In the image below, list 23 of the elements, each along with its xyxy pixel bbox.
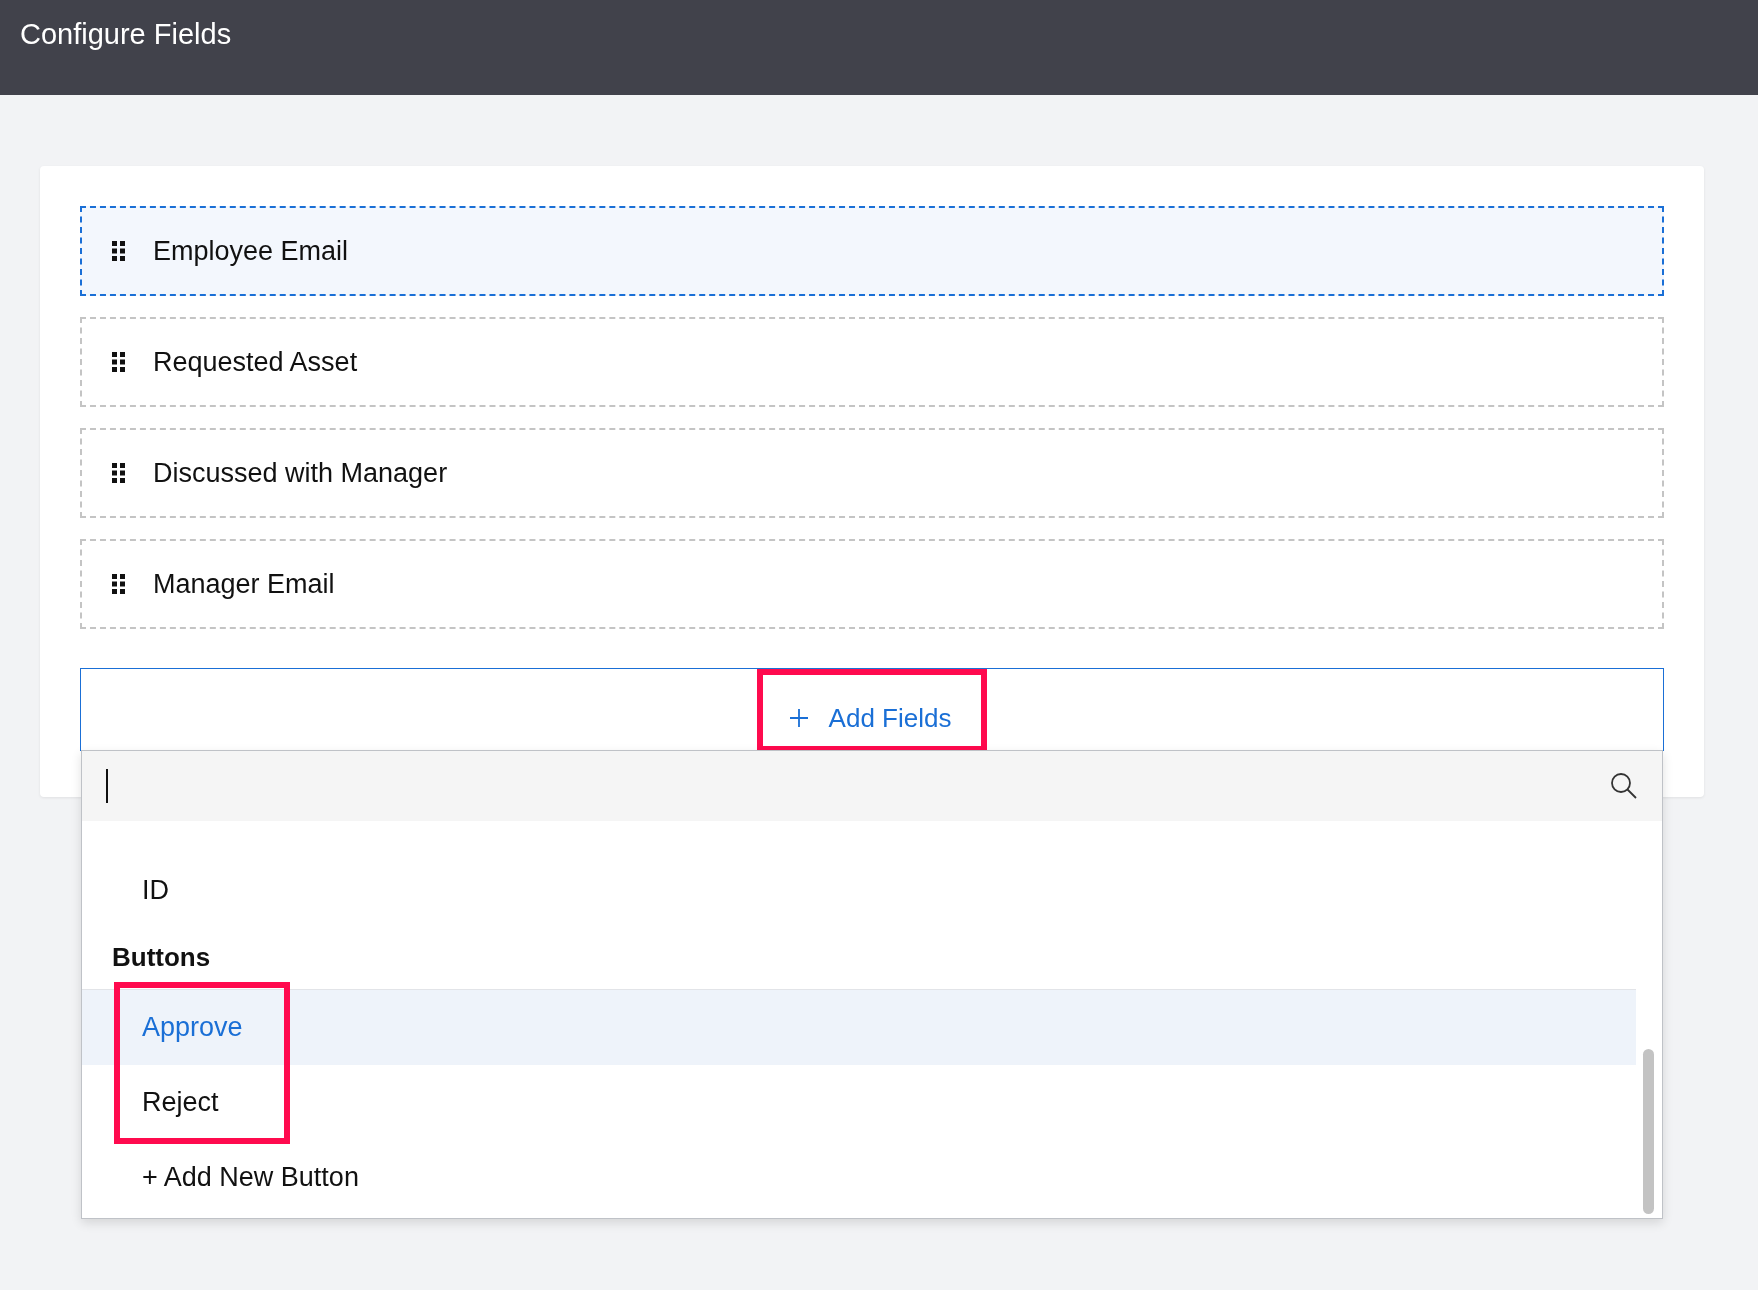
plus-icon (788, 708, 809, 728)
field-label: Requested Asset (153, 346, 358, 378)
field-row[interactable]: Employee Email (80, 206, 1664, 296)
add-fields-button[interactable]: Add Fields (756, 669, 988, 741)
drag-handle-icon[interactable] (112, 241, 126, 261)
drag-handle-icon[interactable] (112, 352, 126, 372)
drag-handle-icon[interactable] (112, 463, 126, 483)
page-title: Configure Fields (20, 18, 232, 51)
field-row[interactable]: Manager Email (80, 539, 1664, 629)
field-row[interactable]: Requested Asset (80, 317, 1664, 407)
option-item[interactable]: Reject (82, 1065, 1636, 1140)
field-row[interactable]: Discussed with Manager (80, 428, 1664, 518)
option-item[interactable]: ID (82, 853, 1636, 928)
field-label: Discussed with Manager (153, 457, 448, 489)
drag-handle-icon[interactable] (112, 574, 126, 594)
option-item[interactable]: Approve (82, 990, 1636, 1065)
search-icon[interactable] (1610, 772, 1638, 800)
search-field[interactable] (82, 751, 1662, 821)
field-label: Employee Email (153, 235, 349, 267)
add-new-button-link[interactable]: + Add New Button (82, 1140, 1636, 1214)
field-label: Manager Email (153, 568, 335, 600)
scrollbar-thumb[interactable] (1643, 1049, 1654, 1214)
text-cursor (106, 769, 108, 803)
